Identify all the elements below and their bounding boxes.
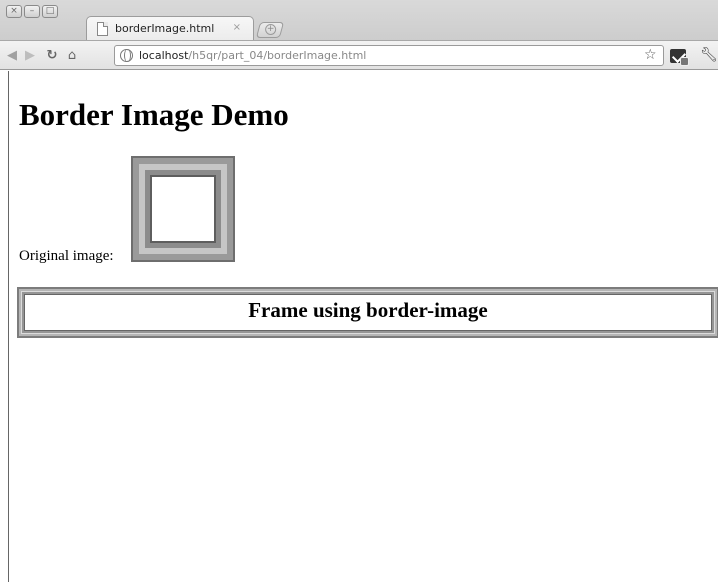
- forward-icon[interactable]: ▶: [22, 48, 38, 64]
- reload-icon[interactable]: ↻: [44, 48, 60, 64]
- new-tab-button[interactable]: +: [255, 22, 285, 38]
- window-controls: × – □: [6, 5, 58, 18]
- frame-text: Frame using border-image: [25, 295, 711, 330]
- url-text[interactable]: localhost/h5qr/part_04/borderImage.html: [139, 49, 366, 63]
- url-host: localhost: [139, 49, 189, 62]
- toolbar: ◀ ▶ ↻ ⌂ localhost/h5qr/part_04/borderIma…: [0, 40, 718, 70]
- tab-title: borderImage.html: [115, 22, 215, 35]
- extension-badge-icon: [680, 57, 689, 66]
- window-minimize-button[interactable]: –: [24, 5, 40, 18]
- browser-chrome: × – □ borderImage.html × + ◀ ▶ ↻ ⌂ local…: [0, 0, 718, 70]
- page-content: Border Image Demo Original image: Frame …: [8, 71, 718, 582]
- star-icon[interactable]: ☆: [644, 47, 657, 63]
- back-icon[interactable]: ◀: [4, 48, 20, 64]
- border-image-frame: Frame using border-image: [17, 287, 718, 338]
- original-image-label: Original image:: [19, 248, 114, 264]
- window-maximize-button[interactable]: □: [42, 5, 58, 18]
- address-bar[interactable]: localhost/h5qr/part_04/borderImage.html: [114, 45, 664, 66]
- globe-icon: [120, 49, 133, 62]
- window-close-button[interactable]: ×: [6, 5, 22, 18]
- url-path: /h5qr/part_04/borderImage.html: [188, 49, 367, 62]
- new-tab-icon: +: [265, 24, 277, 35]
- tab-close-button[interactable]: ×: [233, 21, 241, 35]
- page-title: Border Image Demo: [19, 97, 289, 132]
- page-icon: [97, 22, 108, 36]
- original-border-image: [131, 156, 235, 262]
- tab-borderimage[interactable]: borderImage.html ×: [86, 16, 254, 40]
- home-icon[interactable]: ⌂: [64, 48, 80, 64]
- wrench-icon[interactable]: 🔧︎: [700, 47, 718, 63]
